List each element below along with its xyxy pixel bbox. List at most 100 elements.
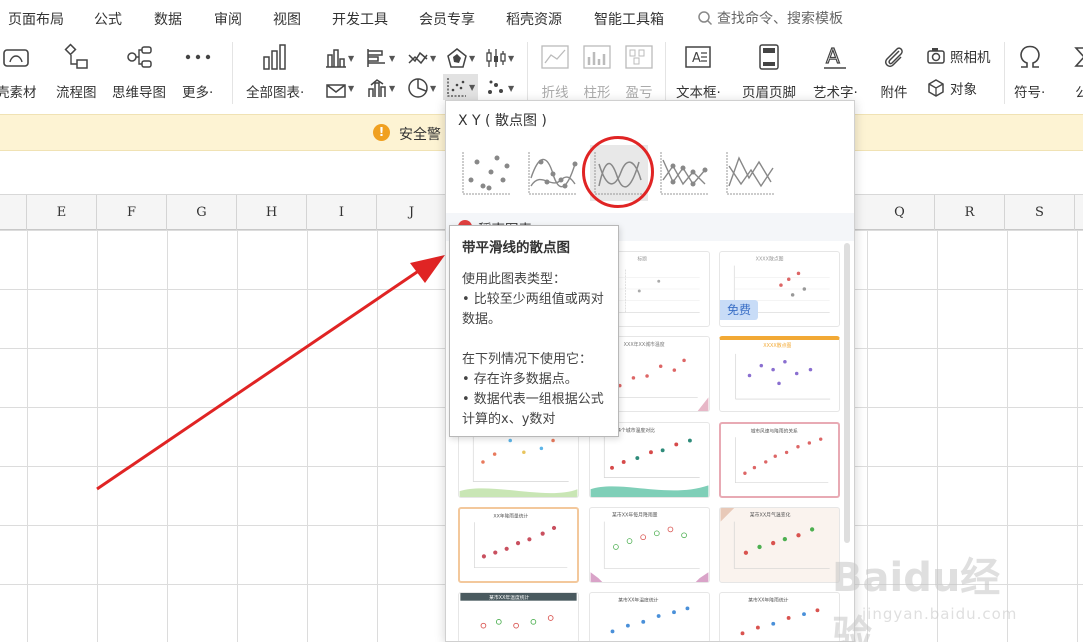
column-header-h[interactable]: H <box>237 195 307 230</box>
stock-chart-button[interactable]: ▼ <box>485 46 514 70</box>
object-label: 对象 <box>950 82 977 98</box>
mindmap-label: 思维导图 <box>112 85 166 101</box>
menu-docer-resources[interactable]: 稻壳资源 <box>506 9 562 29</box>
svg-text:XXXX散点图: XXXX散点图 <box>756 256 784 263</box>
wordart-button[interactable]: A 艺术字· <box>813 42 858 101</box>
omega-icon <box>1019 45 1040 68</box>
menu-smart-toolbox[interactable]: 智能工具箱 <box>594 9 664 29</box>
bubble-chart-button[interactable]: ▼ <box>485 76 514 100</box>
object-icon <box>928 79 944 97</box>
mindmap-button[interactable]: 思维导图 <box>112 42 166 101</box>
flowchart-button[interactable]: 流程图 <box>56 42 97 101</box>
command-search[interactable]: 查找命令、搜索模板 <box>697 8 843 28</box>
area-chart-icon <box>368 79 386 97</box>
scatter-type-dots[interactable] <box>458 145 516 201</box>
sparkline-column-button[interactable]: 柱形 <box>582 42 612 101</box>
area-chart-button[interactable]: ▼ <box>366 76 395 100</box>
line-chart-button[interactable]: ▼ <box>407 46 436 70</box>
attachment-button[interactable]: 附件 <box>879 42 909 101</box>
menu-data[interactable]: 数据 <box>154 9 182 29</box>
bar-chart-h-button[interactable]: ▼ <box>366 46 395 70</box>
template-preview: 某市XX年温度统计 <box>610 597 690 634</box>
wordart-label: 艺术字· <box>813 85 858 101</box>
chart-template-card[interactable]: 某市XX年每月降雨量 <box>589 507 710 583</box>
security-warning-text: 安全警 <box>399 127 441 143</box>
bar-chart-icon <box>263 44 286 70</box>
pie-chart-icon <box>408 78 428 98</box>
sparkline-winloss-button[interactable]: 盈亏 <box>624 42 654 101</box>
chart-template-card[interactable]: 某市XX年温度统计 <box>458 592 579 641</box>
watermark-url: jingyan.baidu.com <box>862 605 1018 623</box>
chart-template-card[interactable]: 某市XX年温度统计 <box>589 592 710 641</box>
column-header-r[interactable]: R <box>935 195 1005 230</box>
chart-template-card[interactable]: XXXX散点图 免费 <box>719 251 840 327</box>
watermark-logo-text: Baidu经验 <box>832 555 1001 642</box>
formula-button[interactable]: 公 <box>1067 42 1083 101</box>
bubble-chart-icon <box>488 80 503 94</box>
sparkline-line-button[interactable]: 折线 <box>540 42 570 101</box>
column-header-j[interactable]: J <box>377 195 447 230</box>
column-header-f[interactable]: F <box>97 195 167 230</box>
combo-chart-button[interactable]: ▼ <box>325 76 354 100</box>
chart-type-tooltip: 带平滑线的散点图 使用此图表类型： • 比较至少两组值或两对数据。 在下列情况下… <box>449 225 619 437</box>
tooltip-when-heading: 在下列情况下使用它： <box>462 352 593 367</box>
menu-review[interactable]: 审阅 <box>214 9 242 29</box>
menu-member[interactable]: 会员专享 <box>419 9 475 29</box>
panel-scrollbar[interactable] <box>844 243 850 543</box>
column-header-s[interactable]: S <box>1005 195 1075 230</box>
object-button[interactable]: 对象 <box>926 78 977 98</box>
radar-chart-button[interactable]: ▼ <box>446 46 475 70</box>
svg-text:某市XX月气温变化: 某市XX月气温变化 <box>750 512 791 519</box>
scatter-type-straight-markers[interactable] <box>656 145 714 201</box>
textbox-button[interactable]: A 文本框· <box>676 42 721 101</box>
template-preview: 某市XX年温度统计 <box>460 593 577 629</box>
scatter-straight-markers-icon <box>660 152 709 195</box>
warning-icon: ! <box>373 124 390 141</box>
line-chart-icon <box>408 51 428 65</box>
more-button[interactable]: 更多· <box>182 42 213 101</box>
chart-template-card[interactable]: 某市XX年降雨统计 <box>719 592 840 641</box>
svg-text:XXXX散点图: XXXX散点图 <box>763 342 791 349</box>
menu-developer[interactable]: 开发工具 <box>332 9 388 29</box>
all-charts-label: 全部图表· <box>246 85 305 101</box>
chart-template-card[interactable]: XXXX散点图 <box>719 336 840 412</box>
column-header-g[interactable]: G <box>167 195 237 230</box>
column-header-e[interactable]: E <box>27 195 97 230</box>
menu-formula[interactable]: 公式 <box>94 9 122 29</box>
chart-template-card[interactable]: XX年降雨量统计 <box>458 507 579 583</box>
header-footer-button[interactable]: 页眉页脚 <box>742 42 796 101</box>
column-chart-button[interactable]: ▼ <box>325 46 354 70</box>
more-label: 更多· <box>182 85 214 101</box>
search-icon <box>698 11 713 26</box>
combo-chart-icon <box>326 84 346 98</box>
all-charts-button[interactable]: 全部图表· <box>246 42 304 101</box>
chart-template-card[interactable]: 城市风速与降雨的关系 <box>719 422 840 498</box>
symbol-label: 符号· <box>1014 85 1046 101</box>
pie-chart-button[interactable]: ▼ <box>407 76 436 100</box>
sparkline-column-icon <box>583 45 611 69</box>
scatter-type-straight-lines[interactable] <box>722 145 780 201</box>
wordart-icon: A <box>824 43 847 69</box>
material-button[interactable]: 壳素材 <box>0 42 37 101</box>
ribbon-separator <box>527 42 528 104</box>
svg-text:标题: 标题 <box>637 256 647 263</box>
flowchart-label: 流程图 <box>56 85 97 101</box>
scatter-straight-lines-icon <box>726 152 775 195</box>
menu-view[interactable]: 视图 <box>273 9 301 29</box>
ribbon-separator <box>665 42 666 104</box>
svg-text:城市风速与降雨的关系: 城市风速与降雨的关系 <box>751 428 798 435</box>
column-header-q[interactable]: Q <box>865 195 935 230</box>
scatter-type-smooth-markers[interactable] <box>524 145 582 201</box>
symbol-button[interactable]: 符号· <box>1014 42 1045 101</box>
column-header-partial[interactable] <box>0 195 27 230</box>
column-header-i[interactable]: I <box>307 195 377 230</box>
scatter-chart-button[interactable]: ▼ <box>443 74 479 100</box>
highlight-circle <box>582 136 654 208</box>
menu-page-layout[interactable]: 页面布局 <box>8 9 64 29</box>
chart-template-card[interactable]: 某市XX月气温变化 <box>719 507 840 583</box>
header-footer-label: 页眉页脚 <box>742 85 796 101</box>
flowchart-icon <box>64 43 88 69</box>
bar-chart-horizontal-icon <box>367 49 385 67</box>
camera-button[interactable]: 照相机 <box>926 46 991 66</box>
svg-text:某市XX年每月降雨量: 某市XX年每月降雨量 <box>612 512 658 519</box>
